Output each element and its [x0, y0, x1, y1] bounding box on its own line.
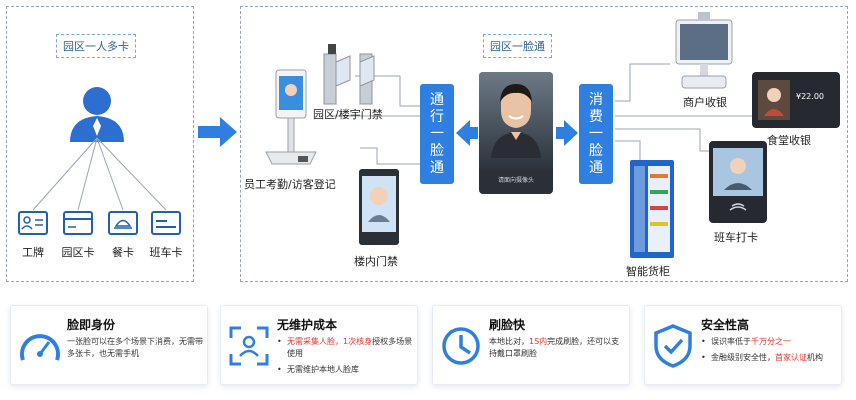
feature-card-speed: 刷脸快 本地比对，1S内完成刷脸，还可以支持戴口罩刷脸	[432, 305, 630, 385]
feature-text-speed: 本地比对，1S内完成刷脸，还可以支持戴口罩刷脸	[489, 337, 620, 358]
label-attendance: 员工考勤/访客登记	[244, 178, 336, 191]
left-arrow-icon	[456, 120, 478, 146]
feature-text-security: 误识率低于千万分之一 金融级别安全性，首家认证机构	[701, 336, 839, 364]
feature-title-maintenance: 无维护成本	[277, 318, 338, 332]
right-arrow-icon	[556, 120, 578, 146]
shuttle-device	[709, 141, 767, 223]
face-phone: 请面向摄像头	[479, 72, 553, 194]
pill-consume: 消 费 一 脸 通	[579, 84, 613, 184]
feature-title-identity: 脸即身份	[67, 318, 116, 332]
feature-bullet-security-1: 误识率低于千万分之一	[701, 336, 839, 348]
park-card-icon	[63, 211, 93, 235]
person-card-links	[32, 137, 167, 211]
shield-icon	[654, 324, 692, 368]
label-indoor: 楼内门禁	[354, 255, 398, 268]
badge-icon	[18, 211, 48, 235]
attendance-kiosk	[265, 69, 317, 165]
merchant-pos	[675, 12, 733, 89]
feature-bullet-maintenance-2: 无需维护本地人脸库	[277, 364, 415, 376]
canteen-pos: ¥22.00	[752, 72, 840, 128]
card-label-badge: 工牌	[22, 246, 44, 259]
label-gate: 园区/楼宇门禁	[313, 108, 383, 121]
feature-bullet-maintenance-1: 无需采集人脸，1次核身授权多场景使用	[277, 336, 415, 360]
gate-device	[323, 44, 375, 105]
shuttle-card-icon	[151, 211, 181, 235]
canteen-amount: ¥22.00	[796, 92, 824, 101]
label-vending: 智能货柜	[626, 265, 670, 278]
feature-text-maintenance: 无需采集人脸，1次核身授权多场景使用 无需维护本地人脸库	[277, 336, 415, 376]
feature-title-speed: 刷脸快	[489, 318, 526, 332]
left-panel-title: 园区一人多卡	[56, 34, 136, 58]
feature-text-identity: 一张脸可以在多个场景下消费，无需带多张卡，也无需手机	[67, 337, 203, 358]
feature-card-maintenance: 无维护成本 无需采集人脸，1次核身授权多场景使用 无需维护本地人脸库	[220, 305, 418, 385]
label-shuttle: 班车打卡	[714, 231, 758, 244]
phone-screen-text: 请面向摄像头	[497, 177, 534, 184]
card-label-meal: 餐卡	[112, 246, 134, 259]
feature-title-security: 安全性高	[701, 318, 750, 332]
feature-card-identity: 脸即身份 一张脸可以在多个场景下消费，无需带多张卡，也无需手机	[10, 305, 208, 385]
vending-machine	[630, 160, 674, 258]
pill-access: 通 行 一 脸 通	[420, 84, 454, 184]
face-scan-icon	[229, 326, 269, 366]
big-right-arrow-icon	[198, 117, 237, 147]
feature-card-security: 安全性高 误识率低于千万分之一 金融级别安全性，首家认证机构	[644, 305, 842, 385]
meal-card-icon	[108, 211, 138, 235]
speedometer-icon	[20, 334, 60, 361]
indoor-access-device	[359, 169, 399, 245]
face-avatar	[491, 84, 541, 158]
feature-bullet-security-2: 金融级别安全性，首家认证机构	[701, 352, 839, 364]
card-label-shuttle: 班车卡	[149, 246, 183, 259]
label-canteen: 食堂收银	[767, 134, 811, 147]
clock-icon	[442, 327, 480, 365]
card-label-park: 园区卡	[61, 246, 95, 259]
label-merchant: 商户收银	[683, 96, 727, 109]
